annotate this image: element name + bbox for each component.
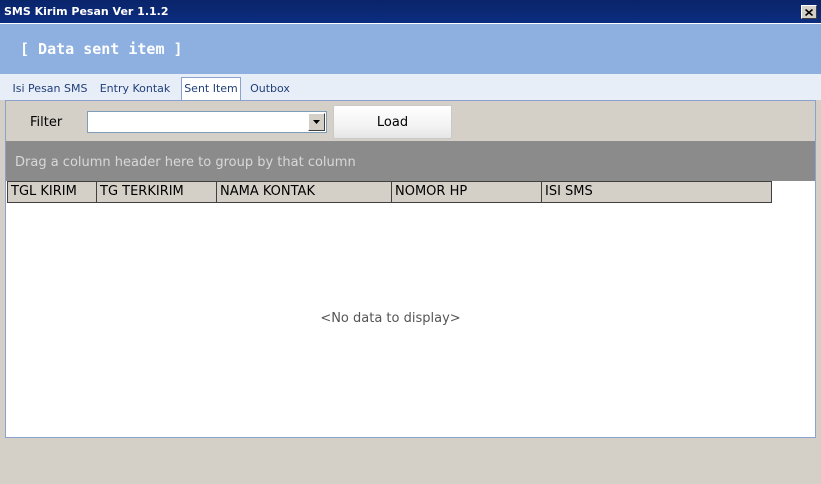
filter-dropdown[interactable]	[87, 111, 327, 133]
chevron-down-icon	[313, 120, 320, 124]
column-header-tgl-kirim[interactable]: TGL KIRIM	[8, 182, 97, 202]
status-bar	[0, 438, 821, 484]
column-header-isi-sms[interactable]: ISI SMS	[542, 182, 771, 202]
tab-entry-kontak[interactable]: Entry Kontak	[96, 80, 174, 100]
group-by-hint: Drag a column header here to group by th…	[15, 155, 356, 170]
window-title: SMS Kirim Pesan Ver 1.1.2	[4, 5, 169, 18]
tab-sent-item[interactable]: Sent Item	[181, 77, 241, 102]
title-bar: SMS Kirim Pesan Ver 1.1.2	[0, 0, 821, 24]
grid-body[interactable]: <No data to display>	[6, 203, 815, 437]
grid-header: TGL KIRIM TG TERKIRIM NAMA KONTAK NOMOR …	[7, 181, 772, 203]
load-button[interactable]: Load	[333, 105, 452, 139]
tab-strip: Isi Pesan SMS Entry Kontak Sent Item Out…	[0, 74, 821, 102]
dropdown-button[interactable]	[308, 113, 325, 131]
header-banner: [ Data sent item ]	[0, 24, 821, 74]
filter-label: Filter	[30, 115, 63, 130]
tab-content: Filter Load Drag a column header here to…	[5, 100, 816, 438]
page-title: [ Data sent item ]	[20, 40, 183, 58]
tab-outbox[interactable]: Outbox	[246, 80, 294, 100]
column-header-nomor-hp[interactable]: NOMOR HP	[392, 182, 542, 202]
close-icon	[805, 8, 813, 16]
column-header-nama-kontak[interactable]: NAMA KONTAK	[217, 182, 392, 202]
tab-isi-pesan-sms[interactable]: Isi Pesan SMS	[8, 80, 92, 100]
close-button[interactable]	[801, 5, 817, 19]
column-header-tg-terkirim[interactable]: TG TERKIRIM	[97, 182, 217, 202]
empty-message: <No data to display>	[320, 311, 461, 326]
filter-panel: Filter Load	[6, 101, 815, 141]
group-by-panel[interactable]: Drag a column header here to group by th…	[6, 141, 815, 181]
